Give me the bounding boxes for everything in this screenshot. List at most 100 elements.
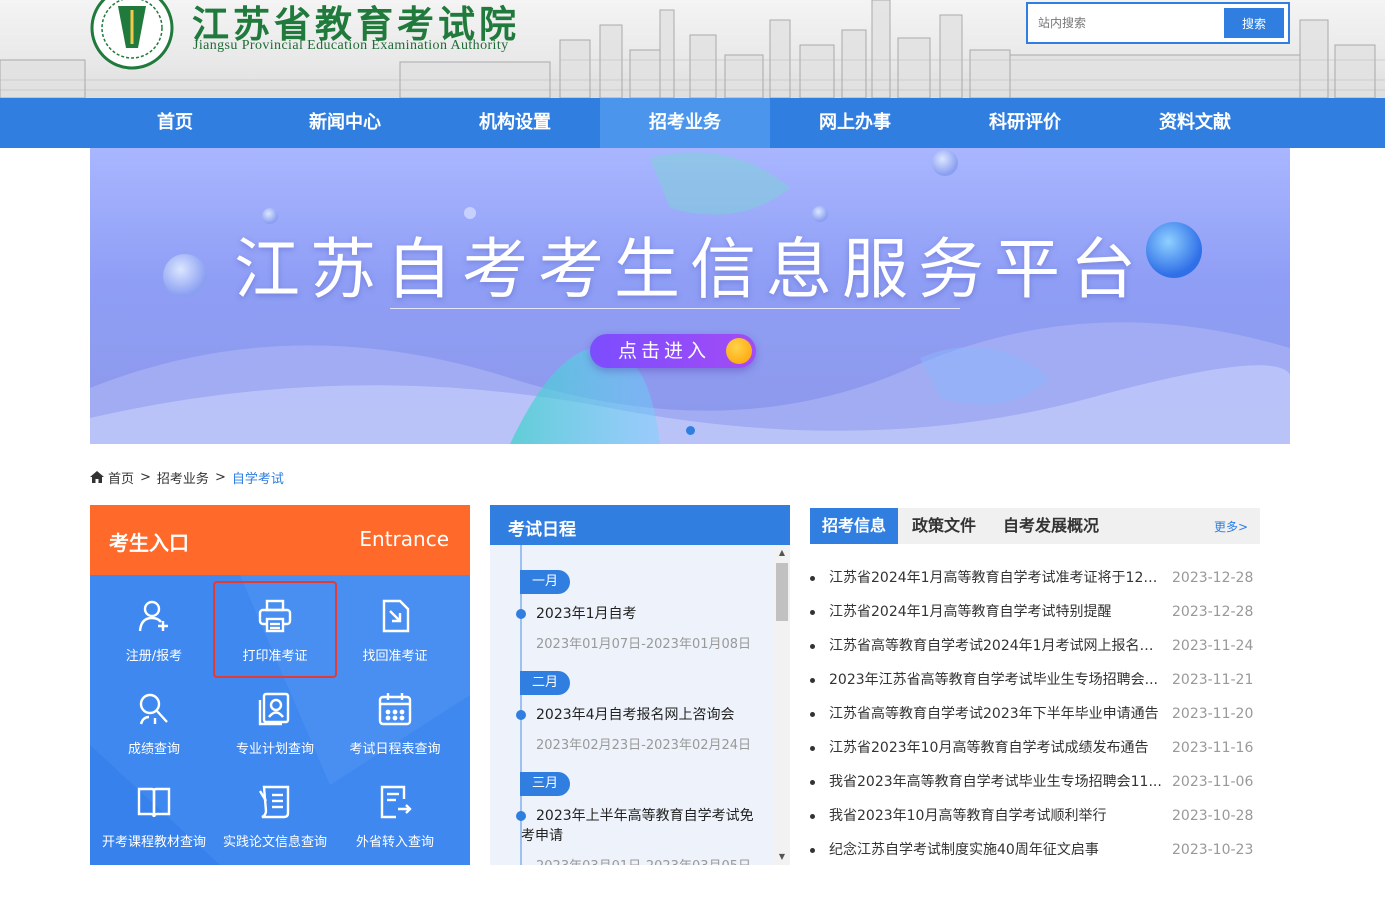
news-title-link[interactable]: 江苏省2024年1月高等教育自学考试准考证将于12月...	[829, 561, 1165, 595]
nav-item-organization[interactable]: 机构设置	[430, 98, 600, 148]
news-list: 江苏省2024年1月高等教育自学考试准考证将于12月... 2023-12-28…	[810, 561, 1260, 867]
nav-item-admissions[interactable]: 招考业务	[600, 98, 770, 148]
news-date: 2023-10-28	[1172, 808, 1254, 824]
main-nav: 首页 新闻中心 机构设置 招考业务 网上办事 科研评价 资料文献	[0, 98, 1385, 148]
news-title-link[interactable]: 江苏省高等教育自学考试2024年1月考试网上报名通...	[829, 629, 1165, 663]
list-item: 我省2023年10月高等教育自学考试顺利举行 2023-10-28	[810, 799, 1260, 833]
event-title[interactable]: 2023年1月自考	[536, 604, 772, 624]
tile-register[interactable]: 注册/报考	[94, 583, 214, 676]
event-title[interactable]: 2023年上半年高等教育自学考试免考申请	[521, 806, 757, 846]
news-date: 2023-10-23	[1172, 842, 1254, 858]
news-date: 2023-12-28	[1172, 604, 1254, 620]
list-item: 江苏省高等教育自学考试2024年1月考试网上报名通... 2023-11-24	[810, 629, 1260, 663]
news-panel: 招考信息 政策文件 自考发展概况 更多> 江苏省2024年1月高等教育自学考试准…	[810, 508, 1260, 868]
transfer-form-icon	[380, 785, 412, 819]
site-header: 江苏省教育考试院 Jiangsu Provincial Education Ex…	[0, 0, 1385, 98]
list-item: 纪念江苏自学考试制度实施40周年征文启事 2023-10-23	[810, 833, 1260, 867]
search-button[interactable]: 搜索	[1224, 8, 1284, 38]
event-date: 2023年02月23日-2023年02月24日	[536, 738, 752, 753]
news-title-link[interactable]: 纪念江苏自学考试制度实施40周年征文启事	[829, 833, 1165, 867]
document-retrieve-icon	[382, 599, 410, 633]
search-person-icon	[139, 693, 168, 725]
news-date: 2023-12-28	[1172, 570, 1254, 586]
tile-label: 外省转入查询	[355, 835, 434, 850]
candidate-entrance-panel: 考生入口 Entrance 注册/报考 打印准考证 找回准考证 成绩查询 专业计…	[90, 505, 470, 865]
list-item: 江苏省2023年10月高等教育自学考试成绩发布通告 2023-11-16	[810, 731, 1260, 765]
bullet-dot-icon	[810, 746, 815, 751]
nav-item-online-services[interactable]: 网上办事	[770, 98, 940, 148]
breadcrumb-home[interactable]: 首页	[108, 468, 134, 487]
month-label: 二月	[520, 671, 570, 695]
tile-print-admission-ticket[interactable]: 打印准考证	[213, 581, 337, 678]
scroll-up-arrow-icon[interactable]: ▲	[774, 545, 790, 561]
nav-item-home[interactable]: 首页	[90, 98, 260, 148]
tile-course-materials-query[interactable]: 开考课程教材查询	[94, 769, 214, 862]
news-title-link[interactable]: 江苏省高等教育自学考试2023年下半年毕业申请通告	[829, 697, 1165, 731]
tile-label: 实践论文信息查询	[222, 835, 327, 850]
tile-retrieve-admission-ticket[interactable]: 找回准考证	[335, 583, 455, 676]
tile-major-plan-query[interactable]: 专业计划查询	[215, 676, 335, 769]
news-date: 2023-11-21	[1172, 672, 1254, 688]
site-search: 搜索	[1026, 2, 1290, 44]
tile-label: 成绩查询	[127, 742, 180, 757]
printer-icon	[258, 599, 292, 633]
entrance-header: 考生入口 Entrance	[90, 505, 470, 575]
event-title[interactable]: 2023年4月自考报名网上咨询会	[536, 705, 772, 725]
schedule-title: 考试日程	[490, 505, 790, 545]
news-title-link[interactable]: 我省2023年10月高等教育自学考试顺利举行	[829, 799, 1165, 833]
tile-label: 注册/报考	[125, 649, 183, 664]
news-date: 2023-11-06	[1172, 774, 1254, 790]
news-title-link[interactable]: 江苏省2023年10月高等教育自学考试成绩发布通告	[829, 731, 1165, 765]
tile-exam-schedule-query[interactable]: 考试日程表查询	[335, 676, 455, 769]
exam-schedule-panel: 考试日程 一月 2023年1月自考 2023年01月07日-2023年01月08…	[490, 505, 790, 865]
breadcrumb-separator: >	[140, 469, 151, 485]
tile-score-query[interactable]: 成绩查询	[94, 676, 214, 769]
nav-item-documents[interactable]: 资料文献	[1110, 98, 1280, 148]
list-item: 江苏省2024年1月高等教育自学考试特别提醒 2023-12-28	[810, 595, 1260, 629]
tile-practice-thesis-query[interactable]: 实践论文信息查询	[215, 769, 335, 862]
timeline-dot	[516, 609, 526, 619]
breadcrumb: 首页 > 招考业务 > 自学考试	[90, 468, 284, 487]
bullet-dot-icon	[810, 814, 815, 819]
nav-item-news[interactable]: 新闻中心	[260, 98, 430, 148]
bullet-dot-icon	[810, 712, 815, 717]
hero-banner[interactable]: 江苏自考考生信息服务平台 点击进入	[90, 148, 1290, 444]
nav-item-research[interactable]: 科研评价	[940, 98, 1110, 148]
more-link[interactable]: 更多>	[1214, 518, 1248, 535]
list-item: 江苏省高等教育自学考试2023年下半年毕业申请通告 2023-11-20	[810, 697, 1260, 731]
calendar-icon	[378, 693, 412, 726]
banner-title: 江苏自考考生信息服务平台	[234, 231, 1146, 308]
news-date: 2023-11-24	[1172, 638, 1254, 654]
paper-scroll-icon	[258, 785, 290, 819]
timeline-dot	[516, 710, 526, 720]
news-title-link[interactable]: 江苏省2024年1月高等教育自学考试特别提醒	[829, 595, 1165, 629]
schedule-timeline[interactable]: 一月 2023年1月自考 2023年01月07日-2023年01月08日 二月 …	[490, 545, 774, 865]
breadcrumb-current[interactable]: 自学考试	[232, 468, 284, 487]
scroll-down-arrow-icon[interactable]: ▼	[774, 849, 790, 865]
news-title-link[interactable]: 我省2023年高等教育自学考试毕业生专场招聘会11...	[829, 765, 1165, 799]
bullet-dot-icon	[810, 780, 815, 785]
scroll-thumb[interactable]	[776, 563, 788, 621]
banner-enter-label: 点击进入	[618, 340, 711, 362]
home-icon	[90, 471, 104, 483]
news-title-link[interactable]: 2023年江苏省高等教育自学考试毕业生专场招聘会...	[829, 663, 1165, 697]
search-input[interactable]	[1038, 12, 1218, 34]
list-item: 江苏省2024年1月高等教育自学考试准考证将于12月... 2023-12-28	[810, 561, 1260, 595]
event-date: 2023年03月01日-2023年03月05日	[536, 855, 751, 865]
site-logo-subtitle: Jiangsu Provincial Education Examination…	[193, 38, 509, 53]
bullet-dot-icon	[810, 576, 815, 581]
tile-label: 开考课程教材查询	[101, 835, 206, 850]
month-label: 三月	[520, 772, 570, 796]
tab-admission-info[interactable]: 招考信息	[810, 508, 898, 544]
user-add-icon	[138, 600, 168, 632]
schedule-scrollbar[interactable]: ▲ ▼	[774, 545, 790, 865]
bullet-dot-icon	[810, 644, 815, 649]
list-item: 我省2023年高等教育自学考试毕业生专场招聘会11... 2023-11-06	[810, 765, 1260, 799]
breadcrumb-admissions[interactable]: 招考业务	[157, 468, 209, 487]
list-item: 2023年江苏省高等教育自学考试毕业生专场招聘会... 2023-11-21	[810, 663, 1260, 697]
tab-policy-documents[interactable]: 政策文件	[902, 508, 986, 544]
tile-transfer-in-query[interactable]: 外省转入查询	[335, 769, 455, 862]
carousel-dot[interactable]	[686, 426, 695, 435]
tab-development-overview[interactable]: 自考发展概况	[996, 508, 1106, 544]
banner-enter-button[interactable]: 点击进入	[590, 334, 756, 368]
